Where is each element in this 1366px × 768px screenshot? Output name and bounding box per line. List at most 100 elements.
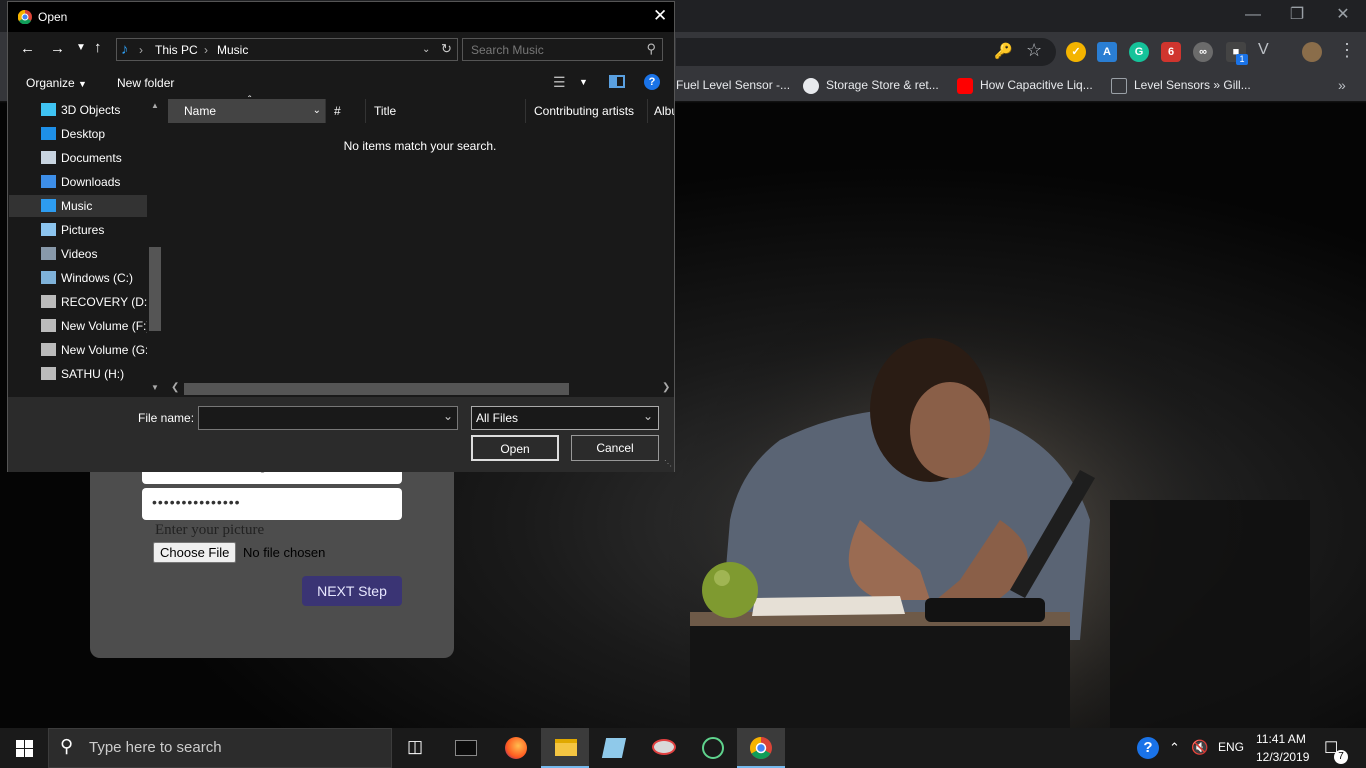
dialog-close-icon[interactable]: ✕ xyxy=(653,6,667,26)
taskbar-app-chrome[interactable] xyxy=(737,728,785,768)
taskbar-app-paint[interactable] xyxy=(639,728,687,768)
tree-scroll-down-icon[interactable]: ▼ xyxy=(151,383,159,392)
tree-item-label: Windows (C:) xyxy=(61,271,134,285)
help-icon[interactable]: ? xyxy=(644,74,660,90)
taskbar-search-placeholder: Type here to search xyxy=(89,739,222,756)
taskbar-app-atom[interactable] xyxy=(688,728,736,768)
dialog-bottom-bar: File name: ⌄ All Files ⌄ Open Cancel ⋱ xyxy=(8,397,674,472)
picture-label: Enter your picture xyxy=(155,522,265,538)
scroll-right-icon[interactable]: ❯ xyxy=(662,382,670,393)
dialog-command-bar: Organize ▼ New folder ☰ ▼ ? xyxy=(8,67,674,99)
new-folder-button[interactable]: New folder xyxy=(117,76,174,90)
search-music-input[interactable]: Search Music ⚲ xyxy=(462,38,663,61)
taskbar-app-notes[interactable] xyxy=(590,728,638,768)
taskbar-app-firefox[interactable] xyxy=(491,728,539,768)
no-file-text: No file chosen xyxy=(243,545,326,560)
drive-icon xyxy=(41,343,56,356)
music-icon xyxy=(41,199,56,212)
tree-item[interactable]: New Volume (F:) xyxy=(9,315,147,337)
refresh-icon[interactable]: ↻ xyxy=(441,41,452,57)
file-explorer-icon xyxy=(555,739,577,756)
search-placeholder: Search Music xyxy=(471,43,544,57)
taskbar-search-icon: ⚲ xyxy=(60,736,74,756)
column-header-contributing-artists[interactable]: Contributing artists xyxy=(526,99,648,123)
column-header-number[interactable]: # xyxy=(326,99,366,123)
task-view-icon: ◫ xyxy=(407,737,424,756)
recent-locations-chevron-icon[interactable]: ▼ xyxy=(76,42,86,53)
tree-item-label: New Volume (G: xyxy=(61,343,147,357)
windows-start-icon[interactable] xyxy=(16,740,33,757)
breadcrumb-music[interactable]: Music xyxy=(217,43,248,57)
tree-item[interactable]: Desktop xyxy=(9,123,147,145)
tree-item[interactable]: New Volume (G: xyxy=(9,339,147,361)
view-options-icon[interactable]: ☰ xyxy=(553,74,566,91)
windows-drive-icon xyxy=(41,271,56,284)
tray-overflow-chevron-icon[interactable]: ⌃ xyxy=(1169,740,1180,756)
task-view-button[interactable]: ◫ xyxy=(392,728,440,768)
tree-item[interactable]: Videos xyxy=(9,243,147,265)
breadcrumb-separator: › xyxy=(204,43,208,57)
up-arrow-icon[interactable]: ↑ xyxy=(94,39,102,56)
tree-item[interactable]: Pictures xyxy=(9,219,147,241)
dialog-title: Open xyxy=(38,10,68,24)
sort-ascending-icon: ˆ xyxy=(248,95,252,106)
column-dropdown-icon[interactable]: ⌄ xyxy=(313,99,321,123)
password-field[interactable]: ••••••••••••••• xyxy=(142,488,402,520)
paint-icon xyxy=(652,739,676,755)
documents-icon xyxy=(41,151,56,164)
tree-item-label: Videos xyxy=(61,247,98,261)
column-header-title[interactable]: Title xyxy=(366,99,526,123)
horizontal-scrollbar-thumb[interactable] xyxy=(184,383,569,395)
cancel-button[interactable]: Cancel xyxy=(571,435,659,461)
file-type-dropdown-icon[interactable]: ⌄ xyxy=(643,409,653,423)
back-arrow-icon[interactable]: ← xyxy=(20,40,35,57)
tree-item[interactable]: SATHU (H:) xyxy=(9,363,147,385)
taskbar-app-terminal[interactable] xyxy=(441,728,489,768)
taskbar-app-file-explorer[interactable] xyxy=(541,728,589,768)
column-header-name[interactable]: Name ⌄ ˆ xyxy=(168,95,326,123)
tree-item[interactable]: Documents xyxy=(9,147,147,169)
scroll-left-icon[interactable]: ❮ xyxy=(171,382,179,393)
organize-menu[interactable]: Organize ▼ xyxy=(26,76,87,90)
tree-scroll-up-icon[interactable]: ▲ xyxy=(151,101,159,110)
resize-grip-icon[interactable]: ⋱ xyxy=(664,459,672,468)
file-name-input[interactable]: ⌄ xyxy=(198,406,458,430)
forward-arrow-icon[interactable]: → xyxy=(50,40,65,57)
music-note-icon: ♪ xyxy=(121,41,129,58)
videos-icon xyxy=(41,247,56,260)
navigation-pane: ▲ ▼ 3D Objects Desktop Documents Downloads M… xyxy=(8,99,166,397)
view-dropdown-icon[interactable]: ▼ xyxy=(579,77,588,87)
language-indicator[interactable]: ENG xyxy=(1218,740,1244,754)
choose-file-button[interactable]: Choose File xyxy=(153,542,237,563)
3d-objects-icon xyxy=(41,103,56,116)
next-step-button[interactable]: NEXT Step xyxy=(302,576,402,606)
horizontal-scrollbar[interactable]: ❮ ❯ xyxy=(166,381,674,397)
file-type-select[interactable]: All Files ⌄ xyxy=(471,406,659,430)
drive-icon xyxy=(41,295,56,308)
preview-pane-icon[interactable] xyxy=(609,75,625,88)
help-tray-icon[interactable]: ? xyxy=(1137,737,1159,759)
tree-item[interactable]: Downloads xyxy=(9,171,147,193)
column-header-album[interactable]: Albu xyxy=(648,99,674,123)
clock-date[interactable]: 12/3/2019 xyxy=(1256,750,1309,764)
taskbar-search-box[interactable]: Type here to search xyxy=(48,728,392,768)
tree-item-label: Downloads xyxy=(61,175,121,189)
desktop-icon xyxy=(41,127,56,140)
address-dropdown-icon[interactable]: ⌄ xyxy=(422,44,430,55)
tree-scrollbar-thumb[interactable] xyxy=(149,247,161,331)
tree-item[interactable]: Music xyxy=(9,195,147,217)
open-button[interactable]: Open xyxy=(471,435,559,461)
file-list-pane: Name ⌄ ˆ # Title Contributing artists Albu… xyxy=(166,95,674,397)
tree-item[interactable]: RECOVERY (D:) xyxy=(9,291,147,313)
firefox-icon xyxy=(505,737,527,759)
clock-time[interactable]: 11:41 AM xyxy=(1256,732,1306,746)
address-breadcrumb[interactable]: ♪ › This PC › Music ⌄ ↻ xyxy=(116,38,458,61)
dialog-title-bar: Open ✕ xyxy=(8,2,674,32)
downloads-icon xyxy=(41,175,56,188)
file-name-dropdown-icon[interactable]: ⌄ xyxy=(443,409,453,423)
volume-muted-icon[interactable]: 🔇 xyxy=(1191,739,1208,756)
breadcrumb-this-pc[interactable]: This PC xyxy=(155,43,198,57)
tree-item[interactable]: Windows (C:) xyxy=(9,267,147,289)
tree-item[interactable]: 3D Objects xyxy=(9,99,147,121)
desktop: — ❐ ✕ 🔑 ☆ ✓ A G 6 ∞ ■ 1 V ⋮ Fuel Level S… xyxy=(0,0,1366,768)
